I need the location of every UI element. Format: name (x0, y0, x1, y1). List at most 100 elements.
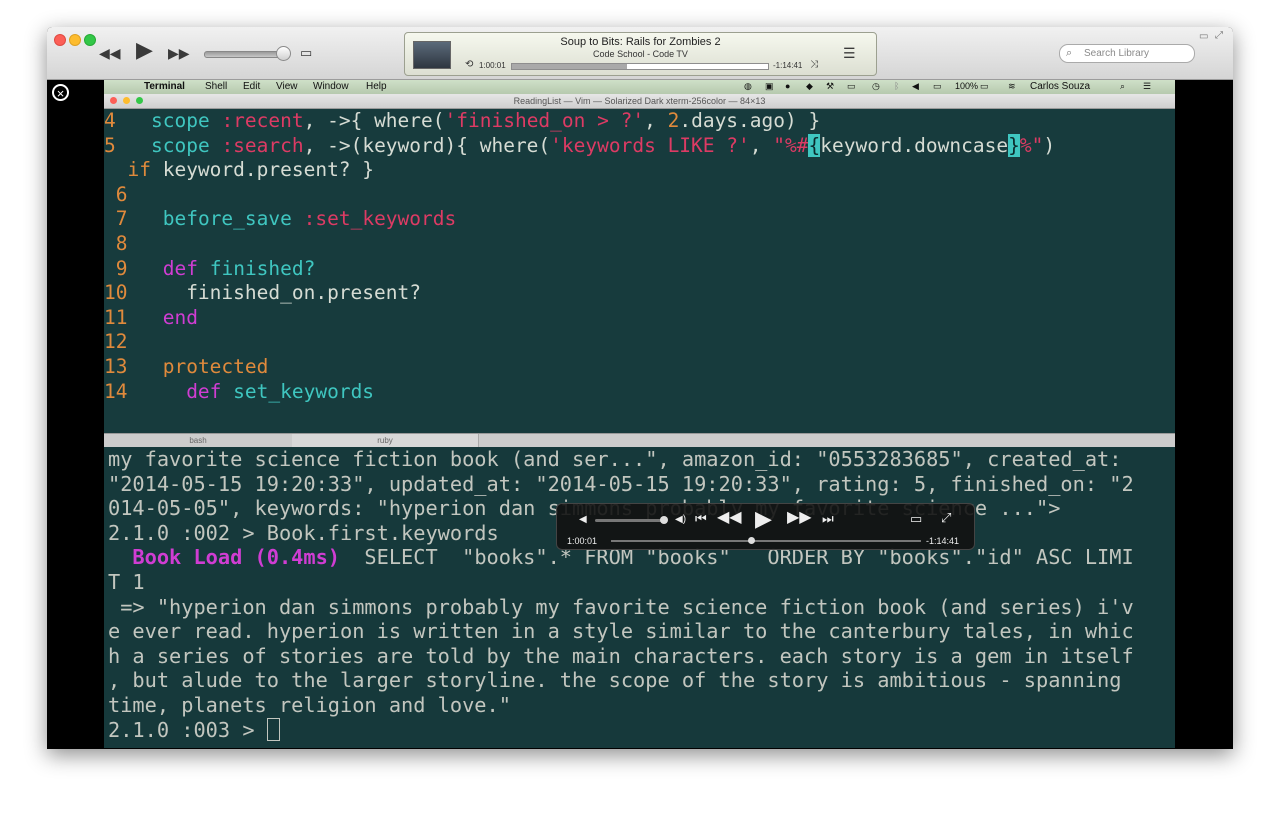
terminal-close-button[interactable] (110, 97, 117, 104)
skip-forward-icon[interactable]: ⏭ (822, 511, 834, 527)
code-line: if keyword.present? } (104, 158, 374, 183)
volume-low-icon[interactable]: ◀ (579, 512, 587, 528)
itunes-window: ◀◀ ▶ ▶▶ ▭ Soup to Bits: Rails for Zombie… (47, 27, 1233, 749)
airplay-icon[interactable]: ▭ (300, 43, 312, 63)
menu-edit[interactable]: Edit (243, 81, 260, 92)
shuffle-icon[interactable]: ⤨ (810, 59, 818, 70)
code-line: 14 def set_keywords (104, 380, 374, 405)
menu-shell[interactable]: Shell (205, 81, 227, 92)
code-token: .days.ago) } (679, 109, 821, 132)
line-number: 11 (104, 305, 128, 329)
notification-center-icon[interactable]: ☰ (1143, 81, 1151, 92)
line-number: 13 (104, 355, 128, 378)
dropbox-icon[interactable]: ◆ (806, 81, 813, 92)
remaining-time: -1:14:41 (773, 61, 803, 70)
hud-scrubber-knob[interactable] (747, 537, 755, 544)
match-highlight: } (1008, 133, 1020, 157)
hud-rewind-icon[interactable]: ◀◀ (717, 510, 742, 526)
up-next-list-icon[interactable]: ☰ (843, 43, 856, 63)
hud-volume-knob[interactable] (660, 516, 668, 524)
camera-icon[interactable]: ▣ (765, 81, 774, 92)
code-token: ) (1043, 133, 1056, 157)
menu-terminal[interactable]: Terminal (144, 81, 185, 92)
code-token: 2 (667, 109, 680, 132)
line-number: 7 (115, 207, 128, 231)
elapsed-time: 1:00:01 (479, 61, 506, 70)
spotlight-icon[interactable]: ⌕ (1120, 81, 1125, 92)
window-minimize-button[interactable] (69, 34, 81, 46)
hud-fullscreen-icon[interactable]: ⤢ (941, 510, 951, 526)
code-line: 13 protected (104, 355, 268, 380)
wifi-icon[interactable]: ≋ (1008, 81, 1016, 92)
menu-help[interactable]: Help (366, 81, 387, 92)
tab-bash[interactable]: bash (104, 434, 293, 448)
search-library-field[interactable]: ⌕ Search Library (1059, 44, 1195, 63)
hud-airplay-icon[interactable]: ▭ (910, 511, 922, 527)
code-token: , (644, 109, 668, 132)
code-token: def (186, 379, 222, 403)
line-number: 10 (104, 281, 128, 305)
fast-forward-icon[interactable]: ▶▶ (168, 43, 190, 63)
code-token: "%# (773, 133, 809, 157)
vim-editor[interactable]: 4 scope :recent, ->{ where('finished_on … (104, 109, 1175, 433)
book-load-label: Book Load (0.4ms) (132, 545, 340, 570)
terminal-zoom-button[interactable] (136, 97, 143, 104)
console-line: , but alude to the larger storyline. the… (108, 668, 1122, 693)
terminal-minimize-button[interactable] (123, 97, 130, 104)
progress-bar[interactable] (511, 63, 769, 70)
battery-percent[interactable]: 100% (955, 81, 978, 91)
volume-high-icon[interactable]: ◀) (675, 512, 686, 528)
menu-window[interactable]: Window (313, 81, 349, 92)
progress-fill (512, 64, 628, 69)
wrench-icon[interactable]: ⚒ (826, 81, 834, 92)
code-line: 9 def finished? (104, 256, 316, 282)
hud-play-icon[interactable]: ▶ (755, 507, 772, 531)
code-token: keyword.present? } (150, 158, 375, 182)
code-token: , (749, 133, 774, 157)
console-line: my favorite science fiction book (and se… (108, 447, 1122, 471)
user-name[interactable]: Carlos Souza (1030, 81, 1090, 92)
play-icon[interactable]: ▶ (136, 39, 153, 61)
volume-knob[interactable] (275, 46, 291, 61)
mini-player-icon[interactable]: ▭ (1199, 31, 1208, 42)
terminal-title: ReadingList — Vim — Solarized Dark xterm… (513, 96, 766, 106)
code-token: %" (1019, 133, 1044, 157)
terminal-titlebar: ReadingList — Vim — Solarized Dark xterm… (104, 94, 1175, 109)
hud-volume-slider[interactable] (595, 519, 663, 522)
console-line: 2.1.0 :002 > Book.first.keywords (108, 520, 499, 545)
display-icon[interactable]: ▭ (933, 81, 942, 92)
bluetooth-icon[interactable]: ᛒ (894, 81, 899, 91)
code-token: , ->{ where( (303, 109, 445, 132)
code-token: before_save (162, 207, 292, 231)
close-video-icon[interactable]: × (52, 84, 69, 101)
window-close-button[interactable] (54, 34, 66, 46)
volume-menu-icon[interactable]: ◀ (912, 81, 919, 92)
rewind-icon[interactable]: ◀◀ (99, 43, 121, 63)
repeat-icon[interactable]: ⟲ (465, 59, 473, 70)
spy-icon[interactable]: ● (785, 81, 790, 91)
skip-back-icon[interactable]: ⏮ (695, 511, 707, 527)
code-token: scope (150, 133, 210, 157)
tab-ruby[interactable]: ruby (292, 434, 479, 448)
console-line: "2014-05-15 19:20:33", updated_at: "2014… (108, 471, 1134, 496)
status-app-icon[interactable]: ◍ (744, 81, 752, 92)
code-token: scope (150, 109, 210, 132)
line-number: 6 (115, 182, 128, 206)
code-line: 12 (104, 330, 127, 355)
line-number: 12 (104, 330, 128, 354)
text-cursor (266, 717, 280, 741)
hud-scrubber[interactable] (611, 540, 921, 542)
line-number: 9 (115, 256, 128, 280)
console-line: time, planets religion and love." (108, 693, 511, 717)
time-machine-icon[interactable]: ◷ (872, 81, 880, 92)
code-token: :search (221, 133, 304, 157)
window-zoom-button[interactable] (84, 34, 96, 46)
fullscreen-icon[interactable]: ⤢ (1215, 30, 1223, 41)
irb-console[interactable]: my favorite science fiction book (and se… (104, 447, 1175, 748)
code-line: 6 (104, 183, 128, 208)
menu-view[interactable]: View (276, 81, 298, 92)
hud-fast-forward-icon[interactable]: ▶▶ (787, 510, 812, 526)
code-line: 11 end (104, 306, 198, 331)
airplay-menu-icon[interactable]: ▭ (847, 81, 856, 92)
code-token: keyword.downcase (820, 133, 1009, 157)
